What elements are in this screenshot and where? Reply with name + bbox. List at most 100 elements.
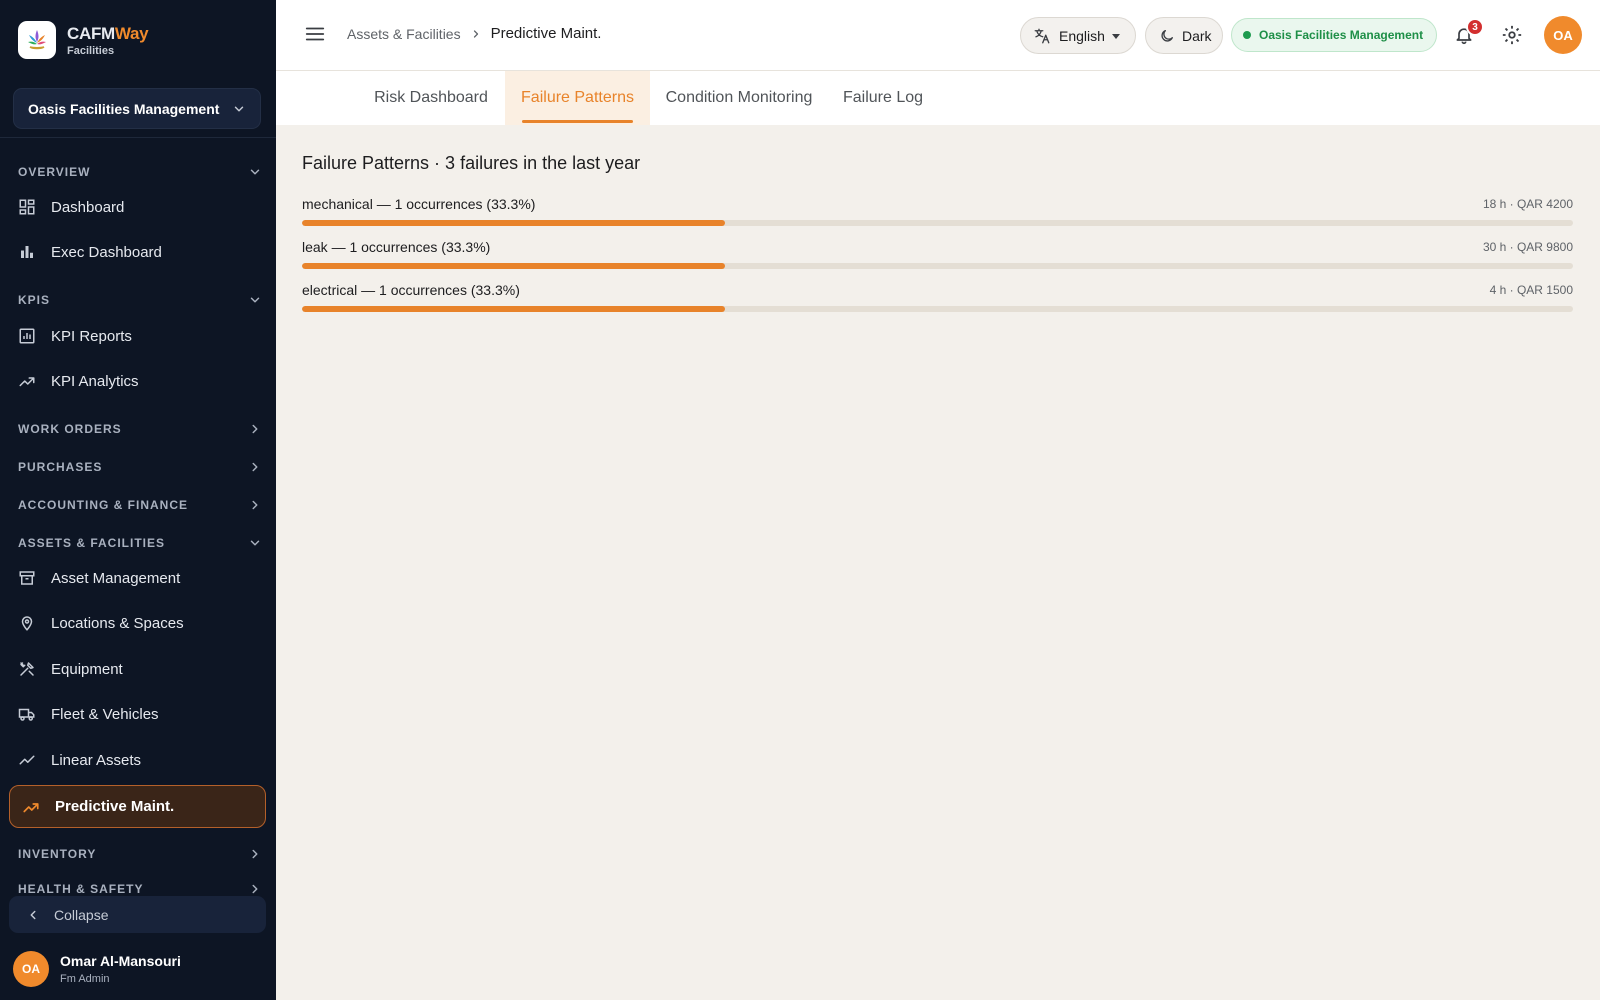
pattern-progress-fill	[302, 263, 726, 269]
sidebar-item-fleet[interactable]: Fleet & Vehicles	[18, 696, 262, 732]
collapse-label: Collapse	[54, 906, 109, 923]
section-kpis[interactable]: KPIS	[18, 290, 262, 310]
trend-icon	[23, 802, 39, 812]
pattern-progress-fill	[302, 220, 726, 226]
pattern-label: leak — 1 occurrences (33.3%)	[302, 239, 491, 255]
pattern-progress-track	[302, 263, 1573, 269]
chevron-right-icon	[252, 424, 258, 434]
sidebar-item-locations[interactable]: Locations & Spaces	[18, 605, 262, 641]
failure-pattern-row: leak — 1 occurrences (33.3%) 30 h · QAR …	[302, 237, 1573, 269]
chevron-left-icon	[30, 910, 36, 919]
sidebar-item-predictive-maint[interactable]: Predictive Maint.	[9, 785, 266, 828]
collapse-button[interactable]: Collapse	[9, 896, 266, 933]
report-icon	[19, 328, 35, 344]
sidebar: CAFMWay Facilities Oasis Facilities Mana…	[0, 0, 276, 1000]
section-label: PURCHASES	[18, 460, 103, 474]
tab-condition-monitoring[interactable]: Condition Monitoring	[652, 71, 826, 125]
section-label: OVERVIEW	[18, 165, 91, 179]
top-bar: Assets & Facilities Predictive Maint. En…	[276, 0, 1600, 71]
organization-select-value: Oasis Facilities Management	[28, 100, 220, 117]
chevron-right-icon	[470, 28, 482, 40]
section-label: KPIS	[18, 293, 51, 307]
breadcrumb: Assets & Facilities Predictive Maint.	[347, 25, 601, 42]
sidebar-item-kpi-reports[interactable]: KPI Reports	[18, 318, 262, 354]
chevron-down-icon	[250, 540, 260, 546]
location-pin-icon	[21, 616, 33, 631]
sidebar-item-asset-management[interactable]: Asset Management	[18, 560, 262, 596]
sidebar-item-linear-assets[interactable]: Linear Assets	[18, 742, 262, 778]
section-work-orders[interactable]: WORK ORDERS	[18, 419, 262, 439]
failure-pattern-row: mechanical — 1 occurrences (33.3%) 18 h …	[302, 194, 1573, 226]
tab-label: Condition Monitoring	[665, 89, 813, 106]
pattern-stats: 4 h · QAR 1500	[1489, 283, 1573, 297]
org-status-badge: Oasis Facilities Management	[1231, 18, 1437, 52]
user-profile[interactable]: OA Omar Al-Mansouri Fm Admin	[13, 951, 181, 987]
section-label: INVENTORY	[18, 847, 97, 861]
org-badge-label: Oasis Facilities Management	[1259, 28, 1424, 42]
chevron-right-icon	[252, 884, 258, 894]
pattern-stats: 18 h · QAR 4200	[1482, 197, 1573, 211]
section-label: HEALTH & SAFETY	[18, 882, 144, 894]
sidebar-item-kpi-analytics[interactable]: KPI Analytics	[18, 363, 262, 399]
pattern-progress-track	[302, 220, 1573, 226]
section-label: ASSETS & FACILITIES	[18, 536, 166, 550]
gear-icon[interactable]	[1501, 24, 1523, 46]
section-inventory[interactable]: INVENTORY	[18, 844, 262, 864]
sidebar-item-exec-dashboard[interactable]: Exec Dashboard	[18, 234, 262, 270]
section-accounting[interactable]: ACCOUNTING & FINANCE	[18, 495, 262, 515]
tab-label: Failure Log	[842, 89, 924, 106]
breadcrumb-current: Predictive Maint.	[490, 25, 602, 42]
theme-label: Dark	[1182, 27, 1212, 44]
truck-icon	[18, 708, 35, 721]
pattern-label: mechanical — 1 occurrences (33.3%)	[302, 196, 536, 212]
analytics-icon	[19, 377, 35, 387]
brand-logo-icon	[18, 21, 56, 59]
chevron-down-icon	[250, 169, 260, 175]
sidebar-item-label: Dashboard	[51, 198, 125, 216]
breadcrumb-parent[interactable]: Assets & Facilities	[347, 26, 461, 42]
user-role: Fm Admin	[60, 972, 110, 985]
sidebar-item-label: Asset Management	[51, 569, 181, 587]
tab-label: Risk Dashboard	[374, 89, 488, 106]
pattern-progress-fill	[302, 306, 726, 312]
dashboard-icon	[19, 199, 35, 215]
sidebar-divider	[0, 137, 276, 138]
sidebar-item-label: Locations & Spaces	[51, 614, 184, 632]
section-health-safety[interactable]: HEALTH & SAFETY	[18, 882, 262, 894]
section-label: ACCOUNTING & FINANCE	[18, 498, 188, 512]
language-select[interactable]: English	[1020, 17, 1136, 54]
sidebar-item-label: Predictive Maint.	[55, 798, 175, 815]
pattern-stats: 30 h · QAR 9800	[1482, 240, 1573, 254]
archive-icon	[19, 571, 35, 585]
sidebar-item-label: KPI Reports	[51, 327, 132, 345]
section-overview[interactable]: OVERVIEW	[18, 162, 262, 182]
sidebar-item-label: Exec Dashboard	[51, 243, 162, 261]
chevron-down-icon	[234, 106, 244, 111]
brand[interactable]: CAFMWay Facilities	[18, 21, 149, 59]
pattern-progress-track	[302, 306, 1573, 312]
chevron-right-icon	[252, 462, 258, 472]
brand-name-accent: Way	[114, 23, 149, 43]
sidebar-item-equipment[interactable]: Equipment	[18, 651, 262, 687]
tab-failure-log[interactable]: Failure Log	[830, 71, 936, 125]
user-name: Omar Al-Mansouri	[60, 952, 181, 969]
sidebar-item-label: Linear Assets	[51, 751, 142, 769]
avatar: OA	[13, 951, 49, 987]
notification-count-badge: 3	[1466, 18, 1484, 36]
chevron-right-icon	[252, 849, 258, 859]
chevron-down-icon	[250, 297, 260, 303]
menu-icon[interactable]	[304, 23, 326, 45]
user-avatar[interactable]: OA	[1544, 16, 1582, 54]
theme-toggle[interactable]: Dark	[1145, 17, 1223, 54]
section-assets[interactable]: ASSETS & FACILITIES	[18, 533, 262, 553]
pattern-label: electrical — 1 occurrences (33.3%)	[302, 282, 520, 298]
moon-icon	[1161, 29, 1173, 42]
section-purchases[interactable]: PURCHASES	[18, 457, 262, 477]
tab-failure-patterns[interactable]: Failure Patterns	[505, 71, 650, 125]
sidebar-item-dashboard[interactable]: Dashboard	[18, 189, 262, 225]
section-label: WORK ORDERS	[18, 422, 122, 436]
tab-risk-dashboard[interactable]: Risk Dashboard	[360, 71, 502, 125]
line-chart-icon	[19, 755, 35, 765]
brand-name-main: CAFM	[67, 23, 115, 43]
organization-select[interactable]: Oasis Facilities Management	[13, 88, 261, 129]
